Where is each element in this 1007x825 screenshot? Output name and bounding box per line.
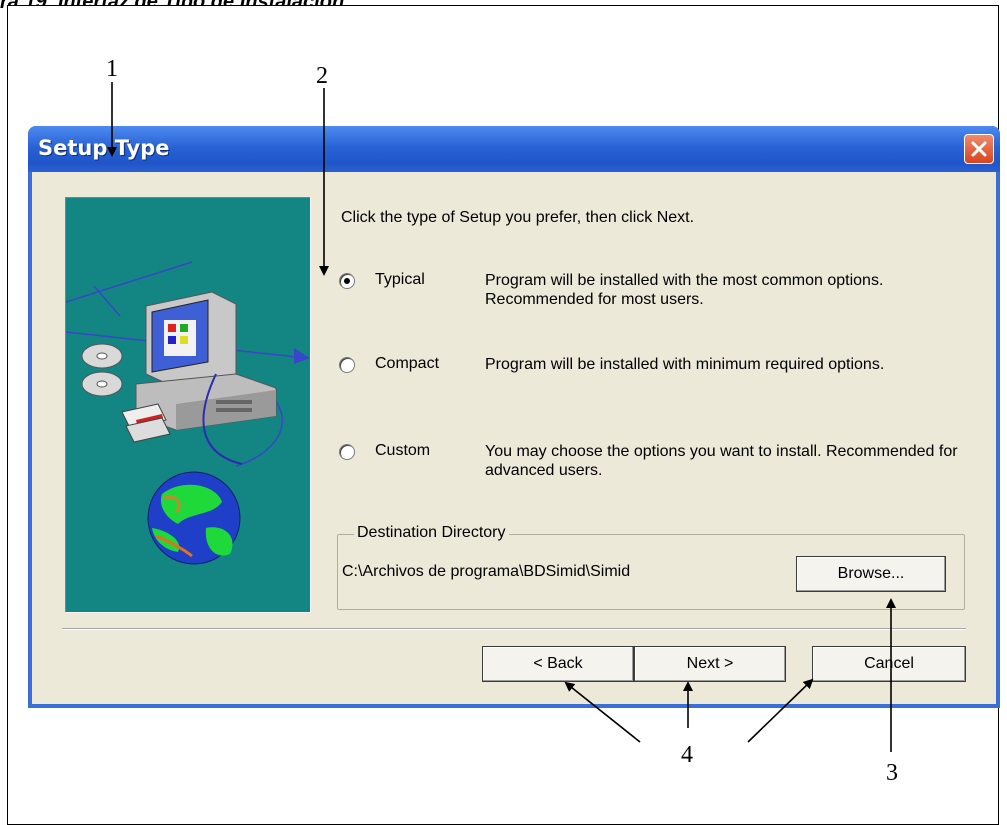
arrow-4-back (564, 681, 641, 743)
annotation-arrows (107, 82, 896, 752)
arrow-4-cancel (747, 678, 814, 743)
